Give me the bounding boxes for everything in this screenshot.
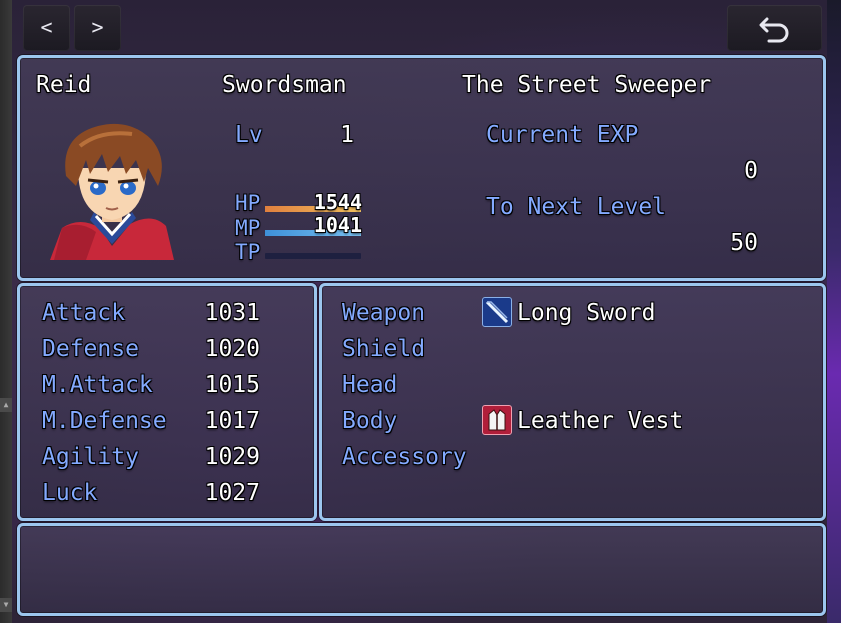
param-value: 1015 <box>204 372 260 398</box>
tp-label: TP <box>235 240 261 264</box>
param-label: Attack <box>42 300 126 326</box>
param-value: 1027 <box>204 480 260 506</box>
actor-nickname: The Street Sweeper <box>462 72 712 98</box>
current-exp-label: Current EXP <box>486 122 639 148</box>
right-edge-strip <box>827 0 841 623</box>
next-page-button[interactable]: > <box>74 5 121 51</box>
profile-window <box>17 523 826 616</box>
actor-class: Swordsman <box>222 72 347 98</box>
param-label: Luck <box>42 480 98 506</box>
equip-slot-label: Shield <box>342 336 426 362</box>
scroll-up-icon[interactable]: ▲ <box>0 398 12 412</box>
left-edge-scrollbar: ▲ ▼ <box>0 0 12 623</box>
status-screen: ▲ ▼ < > Reid Swordsman The Street Sweepe… <box>0 0 841 623</box>
level-label: Lv <box>235 122 263 148</box>
equipment-window: Weapon Long Sword Shield Head Body Leath… <box>319 283 826 521</box>
tp-gauge <box>265 253 361 259</box>
next-label: > <box>91 15 104 39</box>
param-label: M.Defense <box>42 408 167 434</box>
param-value: 1031 <box>204 300 260 326</box>
actor-name: Reid <box>36 72 92 98</box>
param-value: 1017 <box>204 408 260 434</box>
next-level-label: To Next Level <box>486 194 667 220</box>
prev-label: < <box>40 15 53 39</box>
equip-item-name: Long Sword <box>517 300 656 326</box>
equip-slot-label: Accessory <box>342 444 467 470</box>
param-value: 1029 <box>204 444 260 470</box>
hp-value: 1544 <box>313 190 362 214</box>
param-value: 1020 <box>204 336 260 362</box>
scroll-down-icon[interactable]: ▼ <box>0 598 12 612</box>
equip-item-name: Leather Vest <box>517 408 684 434</box>
hp-label: HP <box>235 191 261 215</box>
param-label: M.Attack <box>42 372 153 398</box>
status-window: Reid Swordsman The Street Sweeper Lv 1 H… <box>17 55 826 281</box>
actor-face-portrait <box>40 116 184 260</box>
equip-slot-label: Head <box>342 372 398 398</box>
parameters-window: Attack 1031 Defense 1020 M.Attack 1015 M… <box>17 283 317 521</box>
next-level-value: 50 <box>730 230 758 256</box>
prev-page-button[interactable]: < <box>23 5 70 51</box>
mp-label: MP <box>235 216 261 240</box>
face-portrait-icon <box>50 123 174 260</box>
return-arrow-icon <box>759 17 789 43</box>
param-label: Agility <box>42 444 139 470</box>
equip-slot-label: Body <box>342 408 398 434</box>
param-label: Defense <box>42 336 139 362</box>
current-exp-value: 0 <box>744 158 758 184</box>
equip-slot-label: Weapon <box>342 300 426 326</box>
back-button[interactable] <box>727 5 822 51</box>
level-value: 1 <box>340 122 354 148</box>
vest-icon <box>482 405 512 435</box>
mp-value: 1041 <box>313 213 362 237</box>
sword-icon <box>482 297 512 327</box>
